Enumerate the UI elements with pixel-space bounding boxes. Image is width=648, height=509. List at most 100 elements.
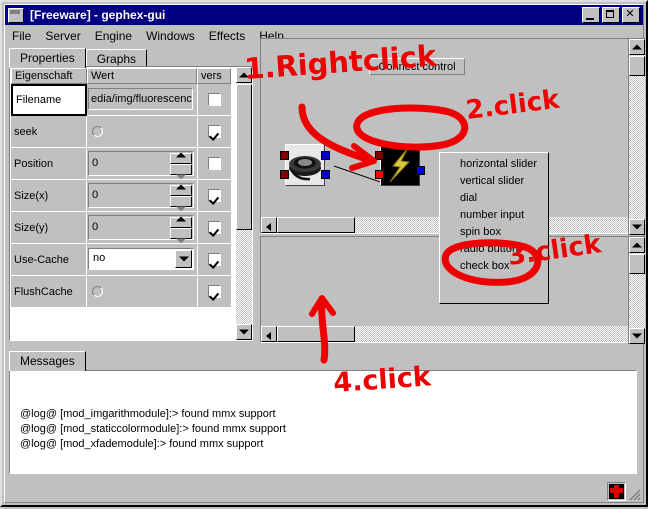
scroll-left-icon[interactable] — [261, 217, 277, 233]
sizex-down-button[interactable] — [170, 196, 192, 212]
prop-check-sizex[interactable] — [197, 180, 231, 212]
tab-properties[interactable]: Properties — [9, 48, 86, 68]
prop-value-sizey[interactable]: 0 — [87, 212, 197, 244]
effect-node[interactable] — [374, 141, 426, 189]
graph2-hscrollbar-thumb[interactable] — [277, 326, 355, 342]
node1-input-port-2[interactable] — [280, 170, 289, 179]
tab-messages[interactable]: Messages — [9, 351, 86, 371]
table-row[interactable]: Size(y) 0 — [11, 212, 233, 244]
ctx-number-input[interactable]: number input — [440, 207, 548, 224]
chevron-down-icon[interactable] — [175, 250, 192, 268]
prop-check-filename[interactable] — [197, 84, 231, 116]
graph2-scroll-down-icon[interactable] — [629, 328, 645, 344]
close-button[interactable]: ✕ — [622, 7, 640, 23]
resize-grip[interactable] — [627, 487, 641, 501]
sizey-stepper[interactable]: 0 — [88, 215, 194, 244]
prop-value-position[interactable]: 0 — [87, 148, 197, 180]
menu-engine[interactable]: Engine — [88, 28, 139, 44]
node2-input-port-2[interactable] — [375, 170, 384, 179]
scroll-down-icon[interactable] — [236, 324, 252, 340]
prop-value-usecache[interactable]: no — [87, 244, 197, 276]
scroll-left-icon-2[interactable] — [261, 326, 277, 342]
prop-name-flushcache[interactable]: FlushCache — [11, 276, 87, 308]
checkbox-seek[interactable] — [208, 125, 221, 138]
prop-value-flushcache[interactable] — [87, 276, 197, 308]
sizex-stepper[interactable]: 0 — [88, 183, 194, 212]
maximize-button[interactable] — [602, 7, 620, 23]
prop-check-flushcache[interactable] — [197, 276, 231, 308]
ctx-radio-button[interactable]: radio button — [440, 241, 548, 258]
ctx-dial[interactable]: dial — [440, 190, 548, 207]
position-up-button[interactable] — [170, 152, 192, 164]
graph2-scroll-up-icon[interactable] — [629, 237, 645, 253]
sizey-down-button[interactable] — [170, 228, 192, 244]
properties-scrollbar[interactable] — [236, 67, 252, 340]
control-type-context-menu[interactable]: horizontal slider vertical slider dial n… — [439, 152, 549, 304]
menu-effects[interactable]: Effects — [202, 28, 252, 44]
menu-file[interactable]: File — [5, 28, 38, 44]
node2-output-port-1[interactable] — [416, 166, 425, 175]
table-row[interactable]: Size(x) 0 — [11, 180, 233, 212]
minimize-button[interactable] — [582, 7, 600, 23]
prop-name-usecache[interactable]: Use-Cache — [11, 244, 87, 276]
checkbox-sizey[interactable] — [208, 221, 221, 234]
prop-check-position[interactable] — [197, 148, 231, 180]
flushcache-radio[interactable] — [92, 286, 103, 297]
messages-panel[interactable]: @log@ [mod_imgarithmodule]:> found mmx s… — [9, 370, 637, 474]
scroll-up-icon[interactable] — [236, 67, 252, 83]
prop-value-filename[interactable]: edia/img/fluorescencel — [87, 84, 197, 116]
checkbox-position[interactable] — [208, 157, 221, 170]
prop-check-sizey[interactable] — [197, 212, 231, 244]
sizex-up-button[interactable] — [170, 184, 192, 196]
table-row[interactable]: FlushCache — [11, 276, 233, 308]
node1-output-port-2[interactable] — [321, 170, 330, 179]
position-down-button[interactable] — [170, 164, 192, 180]
seek-radio[interactable] — [92, 126, 103, 137]
media-source-node[interactable] — [279, 141, 331, 189]
connect-control-popup[interactable]: Connect control — [369, 58, 465, 75]
position-stepper[interactable]: 0 — [88, 151, 194, 180]
ctx-check-box[interactable]: check box — [440, 258, 548, 275]
checkbox-usecache[interactable] — [208, 253, 221, 266]
header-wert[interactable]: Wert — [87, 68, 197, 84]
header-eigenschaft[interactable]: Eigenschaft — [11, 68, 87, 84]
graph-scroll-up-icon[interactable] — [629, 39, 645, 55]
ctx-spin-box[interactable]: spin box — [440, 224, 548, 241]
graph-scroll-down-icon[interactable] — [629, 219, 645, 235]
graph2-vscrollbar[interactable] — [628, 236, 645, 344]
menu-server[interactable]: Server — [38, 28, 87, 44]
status-indicator[interactable] — [607, 482, 626, 501]
effect-node-body[interactable] — [380, 144, 420, 186]
node1-output-port-1[interactable] — [321, 151, 330, 160]
graph-vscrollbar[interactable] — [628, 38, 645, 235]
usecache-select[interactable]: no — [88, 248, 194, 270]
node2-input-port-1[interactable] — [375, 151, 384, 160]
prop-value-sizex[interactable]: 0 — [87, 180, 197, 212]
menu-windows[interactable]: Windows — [139, 28, 202, 44]
filename-input[interactable]: edia/img/fluorescencel — [88, 88, 193, 110]
checkbox-flushcache[interactable] — [208, 285, 221, 298]
sizey-up-button[interactable] — [170, 216, 192, 228]
graph2-hscrollbar[interactable] — [261, 326, 643, 342]
ctx-vertical-slider[interactable]: vertical slider — [440, 173, 548, 190]
prop-name-sizey[interactable]: Size(y) — [11, 212, 87, 244]
graph-vscrollbar-track[interactable] — [629, 55, 645, 219]
prop-name-filename[interactable]: Filename — [11, 84, 87, 116]
checkbox-sizex[interactable] — [208, 189, 221, 202]
table-row[interactable]: Filename edia/img/fluorescencel — [11, 84, 233, 116]
prop-name-sizex[interactable]: Size(x) — [11, 180, 87, 212]
graph2-vscrollbar-thumb[interactable] — [629, 254, 645, 274]
prop-check-usecache[interactable] — [197, 244, 231, 276]
ctx-horizontal-slider[interactable]: horizontal slider — [440, 156, 548, 173]
prop-name-seek[interactable]: seek — [11, 116, 87, 148]
checkbox-filename[interactable] — [208, 93, 221, 106]
graph-vscrollbar-thumb[interactable] — [629, 56, 645, 76]
prop-check-seek[interactable] — [197, 116, 231, 148]
properties-scrollbar-thumb[interactable] — [236, 84, 252, 230]
table-row[interactable]: Position 0 — [11, 148, 233, 180]
node1-input-port-1[interactable] — [280, 151, 289, 160]
table-row[interactable]: seek — [11, 116, 233, 148]
prop-name-position[interactable]: Position — [11, 148, 87, 180]
graph-hscrollbar-thumb[interactable] — [277, 217, 355, 233]
header-vers[interactable]: vers — [197, 68, 231, 84]
